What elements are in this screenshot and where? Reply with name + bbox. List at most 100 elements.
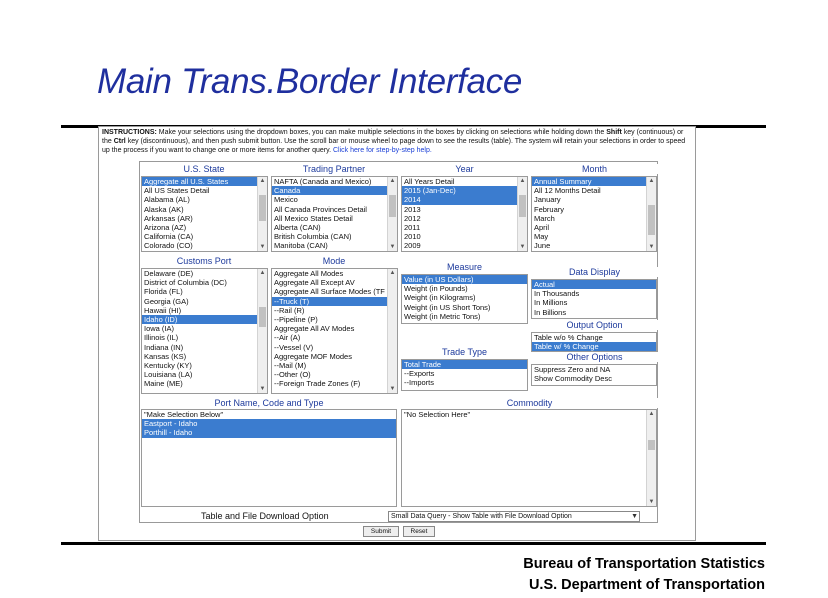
scroll-up-icon[interactable]: ▲ [258,269,267,277]
scrollbar[interactable]: ▲ ▼ [517,177,527,251]
list-option[interactable]: All 12 Months Detail [532,186,656,195]
list-option[interactable]: Weight (in Metric Tons) [402,312,527,321]
scrollbar-thumb[interactable] [259,195,266,221]
scroll-up-icon[interactable]: ▲ [388,177,397,185]
us-state-listbox[interactable]: Aggregate all U.S. States All US States D… [141,176,268,252]
list-option[interactable]: "No Selection Here" [402,410,656,419]
list-option[interactable]: --Vessel (V) [272,343,397,352]
scrollbar[interactable]: ▲ ▼ [257,269,267,393]
list-option[interactable]: 2013 [402,205,527,214]
list-option[interactable]: In Thousands [532,289,656,298]
list-option[interactable]: Weight (in Pounds) [402,284,527,293]
list-option[interactable]: Annual Summary [532,177,656,187]
list-option[interactable]: All Canada Provinces Detail [272,205,397,214]
scrollbar[interactable]: ▲ ▼ [387,269,397,393]
list-option[interactable]: June [532,241,656,250]
list-option[interactable]: --Truck (T) [272,296,397,306]
scrollbar-thumb[interactable] [389,195,396,217]
scroll-up-icon[interactable]: ▲ [647,177,656,185]
list-option[interactable]: March [532,214,656,223]
list-option[interactable]: Weight (in Kilograms) [402,293,527,302]
list-option[interactable]: Manitoba (CAN) [272,241,397,250]
year-listbox[interactable]: All Years Detail 2015 (Jan-Dec) 2014 2013 20… [401,176,528,252]
scrollbar[interactable]: ▲ ▼ [257,177,267,251]
list-option[interactable]: 2014 [402,195,527,205]
list-option[interactable]: District of Columbia (DC) [142,278,267,287]
list-option[interactable]: --Other (O) [272,370,397,379]
list-option[interactable]: Arkansas (AR) [142,214,267,223]
list-option[interactable]: April [532,223,656,232]
list-option[interactable]: Georgia (GA) [142,297,267,306]
list-option[interactable]: Aggregate All Except AV [272,278,397,287]
list-option[interactable]: Value (in US Dollars) [402,275,527,285]
scroll-down-icon[interactable]: ▼ [518,243,527,251]
help-link[interactable]: Click here for step-by-step help. [333,147,432,154]
reset-button[interactable]: Reset [403,526,435,537]
other-options-listbox[interactable]: Suppress Zero and NA Show Commodity Desc [531,364,657,386]
list-option[interactable]: Alabama (AL) [142,195,267,204]
list-option[interactable]: Weight (in US Short Tons) [402,303,527,312]
list-option[interactable]: Louisiana (LA) [142,370,267,379]
list-option[interactable]: 2012 [402,214,527,223]
scroll-up-icon[interactable]: ▲ [388,269,397,277]
list-option[interactable]: Alaska (AK) [142,205,267,214]
list-option[interactable]: January [532,195,656,204]
output-option-listbox[interactable]: Table w/o % Change Table w/ % Change [531,332,657,352]
list-option[interactable]: In Millions [532,298,656,307]
list-option[interactable]: Aggregate All Surface Modes (TF [272,287,397,296]
list-option[interactable]: California (CA) [142,232,267,241]
list-option[interactable]: 2010 [402,232,527,241]
list-option[interactable]: Total Trade [402,360,527,370]
scroll-down-icon[interactable]: ▼ [388,385,397,393]
trade-type-listbox[interactable]: Total Trade --Exports --Imports [401,359,528,391]
list-option[interactable]: --Foreign Trade Zones (F) [272,379,397,388]
list-option[interactable]: Maine (ME) [142,379,267,388]
list-option[interactable]: --Mail (M) [272,361,397,370]
scrollbar-thumb[interactable] [519,195,526,217]
list-option[interactable]: Indiana (IN) [142,343,267,352]
list-option[interactable]: Alberta (CAN) [272,223,397,232]
list-option[interactable]: Kentucky (KY) [142,361,267,370]
list-option[interactable]: Suppress Zero and NA [532,365,656,374]
list-option[interactable]: Aggregate all U.S. States [142,177,267,187]
download-option-select[interactable]: Small Data Query - Show Table with File … [388,511,640,522]
list-option[interactable]: February [532,205,656,214]
list-option[interactable]: --Imports [402,378,527,387]
list-option[interactable]: Kansas (KS) [142,352,267,361]
scroll-down-icon[interactable]: ▼ [388,243,397,251]
list-option[interactable]: Canada [272,186,397,196]
list-option[interactable]: Eastport - Idaho [142,419,396,429]
list-option[interactable]: All US States Detail [142,186,267,195]
list-option[interactable]: --Exports [402,369,527,378]
list-option[interactable]: Florida (FL) [142,287,267,296]
list-option[interactable]: Table w/o % Change [532,333,656,342]
port-name-listbox[interactable]: "Make Selection Below" Eastport - Idaho Po… [141,409,397,507]
list-option[interactable]: Table w/ % Change [532,342,656,351]
list-option[interactable]: All Mexico States Detail [272,214,397,223]
list-option[interactable]: British Columbia (CAN) [272,232,397,241]
list-option[interactable]: Show Commodity Desc [532,374,656,383]
commodity-listbox[interactable]: "No Selection Here" ▲ ▼ [401,409,657,507]
list-option[interactable]: 2011 [402,223,527,232]
list-option[interactable]: Porthill - Idaho [142,428,396,438]
list-option[interactable]: 2015 (Jan-Dec) [402,186,527,196]
list-option[interactable]: Mexico [272,195,397,204]
scrollbar[interactable]: ▲ ▼ [646,177,656,251]
scrollbar[interactable]: ▲ ▼ [646,410,656,506]
list-option[interactable]: May [532,232,656,241]
list-option[interactable]: All Years Detail [402,177,527,186]
scrollbar[interactable]: ▲ ▼ [387,177,397,251]
list-option[interactable]: "Make Selection Below" [142,410,396,419]
mode-listbox[interactable]: Aggregate All Modes Aggregate All Except … [271,268,398,394]
list-option[interactable]: Actual [532,280,656,290]
data-display-listbox[interactable]: Actual In Thousands In Millions In Billions [531,279,657,319]
measure-listbox[interactable]: Value (in US Dollars) Weight (in Pounds) W… [401,274,528,324]
list-option[interactable]: 2009 [402,241,527,250]
scroll-down-icon[interactable]: ▼ [258,243,267,251]
list-option[interactable]: Illinois (IL) [142,333,267,342]
list-option[interactable]: --Air (A) [272,333,397,342]
scroll-down-icon[interactable]: ▼ [258,385,267,393]
list-option[interactable]: --Pipeline (P) [272,315,397,324]
submit-button[interactable]: Submit [363,526,399,537]
scroll-down-icon[interactable]: ▼ [647,498,656,506]
